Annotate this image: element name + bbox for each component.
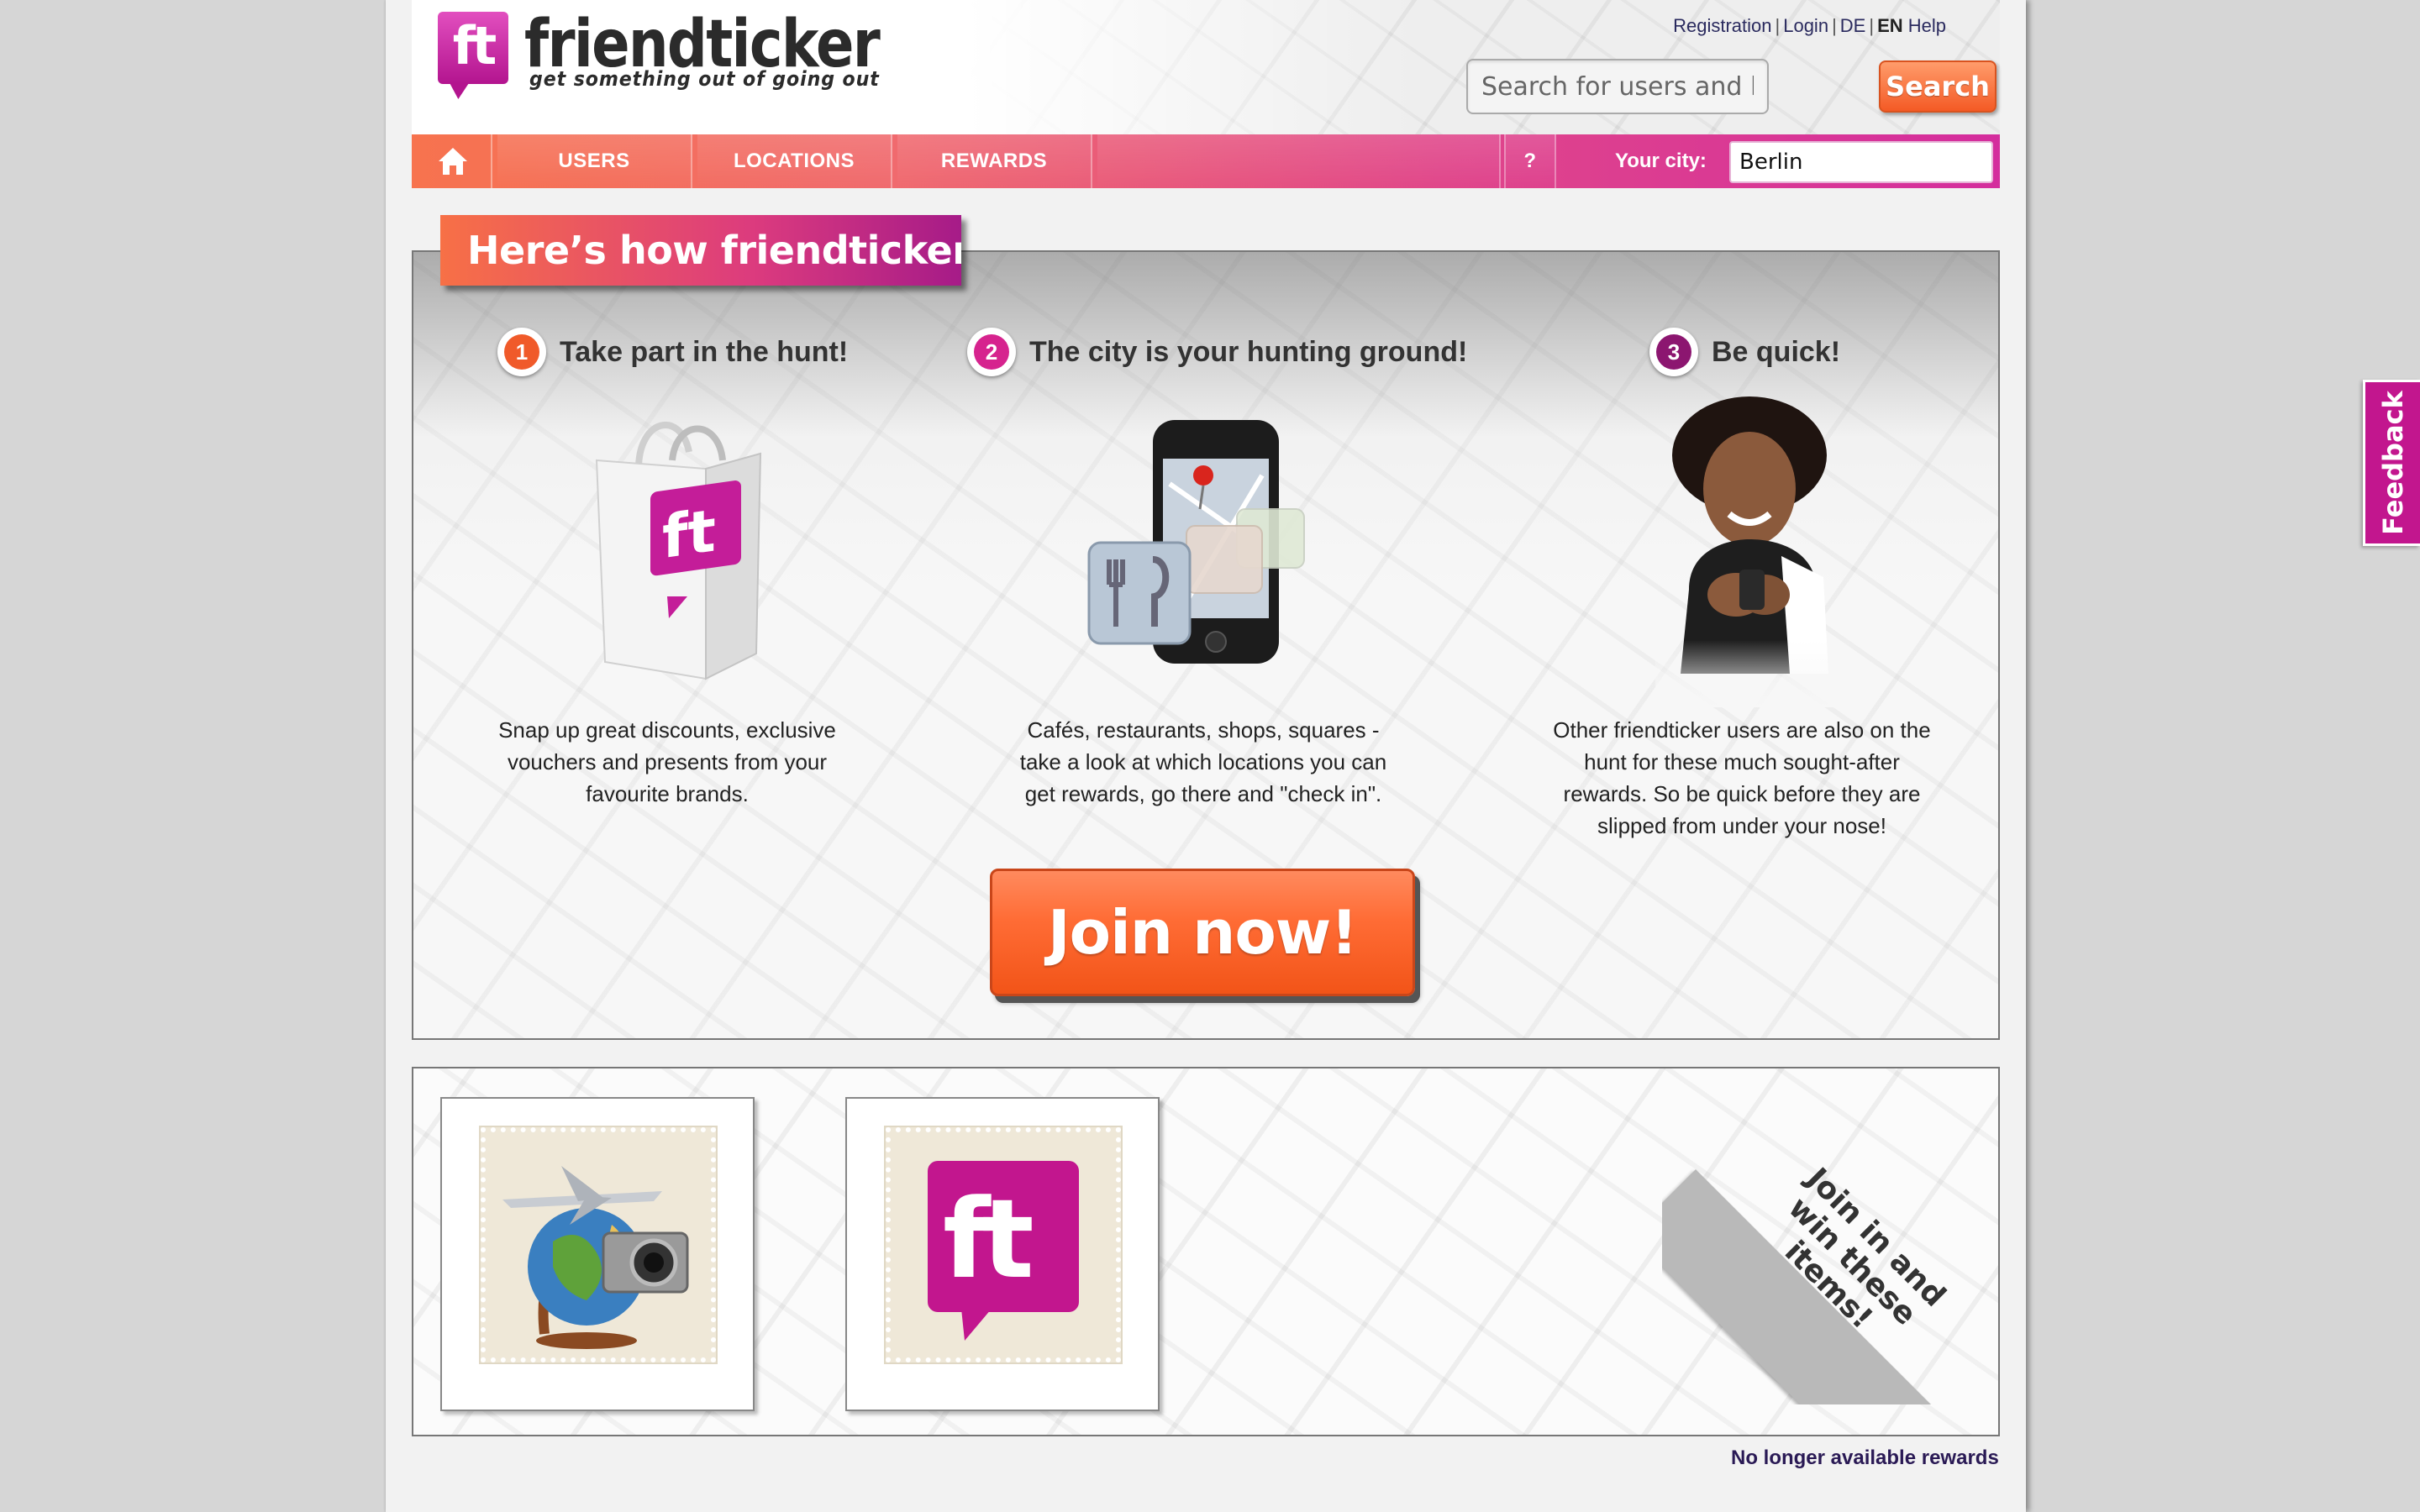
search-button[interactable]: Search	[1879, 60, 1996, 113]
step-3-number-badge: 3	[1649, 328, 1698, 376]
feedback-tab[interactable]: Feedback	[2363, 380, 2420, 546]
registration-link[interactable]: Registration	[1673, 15, 1771, 36]
reward-card-travel[interactable]	[440, 1097, 755, 1411]
svg-text:ft: ft	[943, 1175, 1033, 1303]
search-input[interactable]	[1466, 59, 1769, 114]
feedback-label: Feedback	[2376, 391, 2409, 535]
step-1-heading: 1 Take part in the hunt!	[497, 328, 848, 376]
step-2-description: Cafés, restaurants, shops, squares - tak…	[1019, 717, 1387, 806]
woman-with-phone-photo	[1655, 396, 1849, 707]
join-ribbon: Join in and win these items!	[1662, 1068, 1998, 1404]
nav-help[interactable]: ?	[1504, 134, 1556, 188]
step-1-number-badge: 1	[497, 328, 546, 376]
nav-spacer	[1097, 134, 1501, 188]
reward-stamp	[481, 1127, 716, 1362]
login-link[interactable]: Login	[1783, 15, 1828, 36]
step-3-description: Other friendticker users are also on the…	[1553, 717, 1931, 838]
nav-rewards[interactable]: REWARDS	[897, 134, 1092, 188]
no-longer-available-rewards-link[interactable]: No longer available rewards	[1731, 1446, 1999, 1470]
nav-users[interactable]: USERS	[497, 134, 692, 188]
friendticker-logo-icon: ft	[928, 1161, 1079, 1341]
step-1-description: Snap up great discounts, exclusive vouch…	[498, 717, 836, 806]
city-input[interactable]	[1729, 141, 1993, 183]
header: ft friendticker get something out of goi…	[412, 0, 2000, 134]
join-now-button[interactable]: Join now!	[990, 869, 1415, 996]
step-3-title: Be quick!	[1712, 335, 1841, 368]
city-label: Your city:	[1615, 150, 1707, 172]
reward-stamp: ft	[886, 1127, 1121, 1362]
logo-tagline: get something out of going out	[529, 67, 880, 91]
step-2-heading: 2 The city is your hunting ground!	[967, 328, 1467, 376]
home-button[interactable]	[412, 134, 492, 188]
how-it-works-title: Here’s how friendticker works	[440, 215, 961, 286]
language-de-link[interactable]: DE	[1840, 15, 1866, 36]
svg-text:ft: ft	[662, 496, 716, 573]
step-2-title: The city is your hunting ground!	[1029, 335, 1468, 368]
nav-locations[interactable]: LOCATIONS	[697, 134, 892, 188]
step-1-title: Take part in the hunt!	[560, 335, 849, 368]
step-3-heading: 3 Be quick!	[1649, 328, 1840, 376]
main-nav: USERS LOCATIONS REWARDS ? Your city:	[412, 134, 2000, 188]
language-en-current: EN	[1877, 15, 1903, 36]
globe-camera-plane-icon	[502, 1166, 689, 1349]
home-icon	[439, 148, 467, 175]
step-2-number-badge: 2	[967, 328, 1016, 376]
top-links: Registration | Login | DE | EN Help	[1673, 15, 1946, 36]
help-link[interactable]: Help	[1908, 15, 1946, 36]
shopping-bag-illustration: ft	[595, 422, 762, 680]
rewards-panel: ft Join in and win these items!	[412, 1067, 2000, 1436]
phone-illustration	[1087, 420, 1305, 664]
reward-card-friendticker[interactable]: ft	[845, 1097, 1160, 1411]
logo-icon[interactable]: ft	[438, 12, 508, 84]
